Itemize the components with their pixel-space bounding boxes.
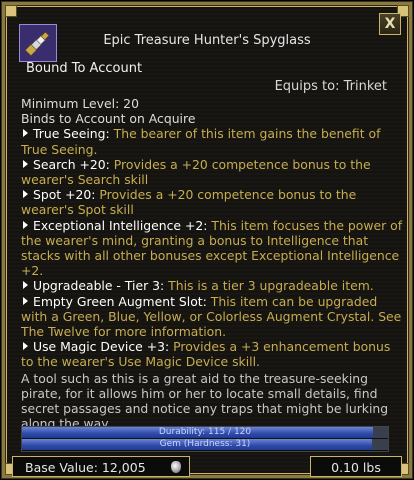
triangle-bullet-icon bbox=[23, 296, 28, 305]
item-tooltip-window: X Epic Treasure Hunter's Spyglass Bound … bbox=[0, 0, 414, 480]
item-footer: Base Value: 12,005 0.10 lbs bbox=[12, 456, 402, 479]
spyglass-icon bbox=[19, 24, 57, 62]
effect-entry: Use Magic Device +3: Provides a +3 enhan… bbox=[21, 339, 403, 369]
effect-entry: Upgradeable - Tier 3: This is a tier 3 u… bbox=[21, 278, 403, 293]
base-value-box: Base Value: 12,005 bbox=[12, 456, 190, 477]
effect-entry: Empty Green Augment Slot: This item can … bbox=[21, 294, 403, 340]
effect-name: Use Magic Device +3: bbox=[33, 339, 170, 355]
base-value: Base Value: 12,005 bbox=[25, 460, 146, 475]
item-name: Epic Treasure Hunter's Spyglass bbox=[103, 33, 311, 48]
effect-desc: This is a tier 3 upgradeable item. bbox=[164, 278, 374, 294]
weight-box: 0.10 lbs bbox=[310, 456, 402, 477]
effect-name: Empty Green Augment Slot: bbox=[33, 293, 207, 309]
effect-name: Upgradeable - Tier 3: bbox=[33, 278, 165, 294]
close-button[interactable]: X bbox=[379, 13, 401, 35]
durability-missing bbox=[372, 427, 388, 438]
equip-slot: Equips to: Trinket bbox=[274, 79, 387, 94]
status-bars: Durability: 115 / 120 Gem (Hardness: 31) bbox=[21, 426, 389, 452]
gem-currency-icon bbox=[171, 461, 181, 473]
effect-entry: Spot +20: Provides a +20 competence bonu… bbox=[21, 187, 403, 217]
window-frame: X Epic Treasure Hunter's Spyglass Bound … bbox=[2, 2, 412, 478]
effect-name: Exceptional Intelligence +2: bbox=[33, 217, 208, 233]
triangle-bullet-icon bbox=[23, 190, 28, 199]
triangle-bullet-icon bbox=[23, 281, 28, 290]
effect-name: Spot +20: bbox=[33, 187, 96, 203]
triangle-bullet-icon bbox=[23, 220, 28, 229]
effect-name: Search +20: bbox=[33, 156, 110, 172]
binding-rule: Binds to Account on Acquire bbox=[21, 111, 196, 127]
effect-entry: True Seeing: The bearer of this item gai… bbox=[21, 126, 403, 156]
triangle-bullet-icon bbox=[23, 159, 28, 168]
gem-label: Gem (Hardness: 31) bbox=[159, 439, 251, 449]
item-description: Minimum Level: 20 Binds to Account on Ac… bbox=[21, 96, 403, 431]
item-weight: 0.10 lbs bbox=[331, 460, 381, 475]
durability-bar: Durability: 115 / 120 bbox=[22, 427, 388, 438]
flavor-text: A tool such as this is a great aid to th… bbox=[21, 370, 389, 432]
frame-corner-ornament bbox=[5, 5, 17, 17]
effect-entry: Search +20: Provides a +20 competence bo… bbox=[21, 157, 403, 187]
triangle-bullet-icon bbox=[23, 129, 28, 138]
gem-bar-end bbox=[372, 439, 388, 450]
effect-name: True Seeing: bbox=[33, 126, 110, 142]
gem-bar: Gem (Hardness: 31) bbox=[22, 439, 388, 450]
minimum-level: Minimum Level: 20 bbox=[21, 96, 139, 111]
effect-entry: Exceptional Intelligence +2: This item f… bbox=[21, 218, 403, 279]
durability-label: Durability: 115 / 120 bbox=[158, 427, 252, 437]
bound-status: Bound To Account bbox=[26, 61, 143, 76]
triangle-bullet-icon bbox=[23, 342, 28, 351]
